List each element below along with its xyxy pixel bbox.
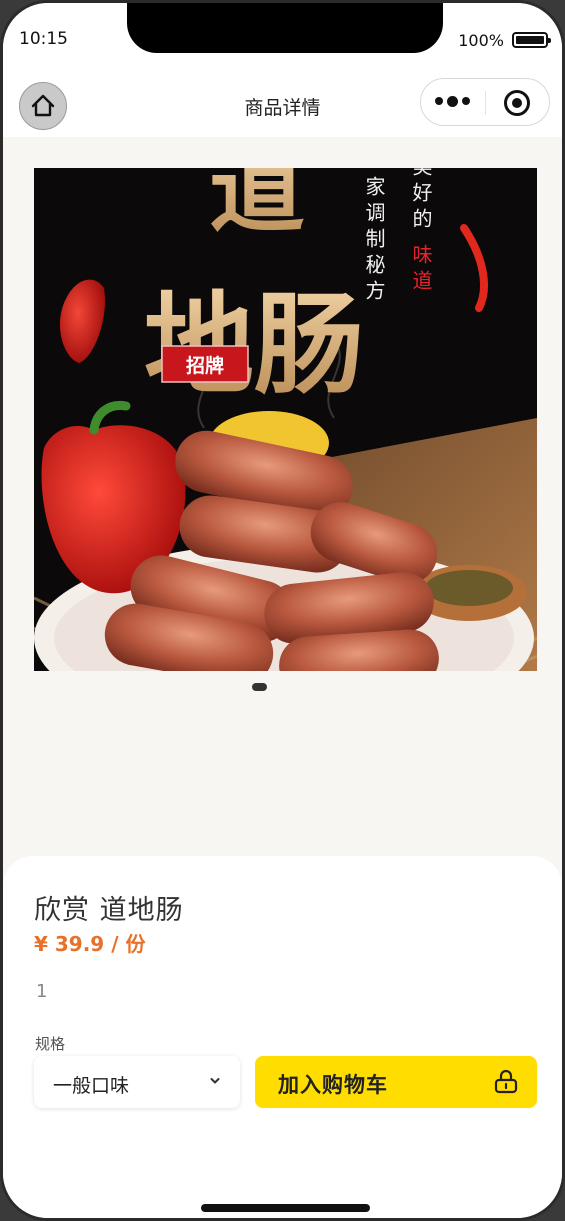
- product-name: 欣赏 道地肠: [34, 895, 184, 926]
- image-column-text-1: 家调制秘方: [362, 176, 386, 306]
- chevron-down-icon: [210, 1078, 220, 1084]
- image-column-text-2b: 味道: [409, 244, 433, 296]
- image-column-text-2a: 美好的: [409, 168, 433, 234]
- battery-icon: [512, 32, 551, 48]
- notch: [127, 3, 443, 53]
- home-indicator[interactable]: [201, 1204, 370, 1212]
- spec-select[interactable]: 一般口味: [34, 1056, 240, 1108]
- sausage-photo: 道 地肠 招牌 家调制秘方 美好的 味道: [34, 168, 537, 671]
- spec-selected-value: 一般口味: [53, 1075, 130, 1097]
- product-price: ¥ 39.9 / 份: [34, 932, 146, 956]
- phone-screen: 10:15 100% 商品详情 道 地肠 招牌 家调制秘方 美好的 味道 欣赏 …: [0, 0, 565, 1221]
- image-big-top-text: 道: [209, 168, 305, 246]
- add-to-cart-label: 加入购物车: [278, 1073, 388, 1097]
- close-target-icon[interactable]: [504, 90, 530, 116]
- status-time: 10:15: [19, 29, 68, 49]
- basket-icon: [494, 1069, 518, 1094]
- image-stamp-text: 招牌: [186, 354, 224, 377]
- image-big-main-text: 地肠: [144, 280, 364, 409]
- product-detail-card: 欣赏 道地肠 ¥ 39.9 / 份 1 规格 一般口味 加入购物车: [3, 856, 562, 1218]
- more-dots-icon[interactable]: [435, 91, 471, 111]
- mini-program-capsule: [420, 78, 550, 126]
- battery-percentage: 100%: [458, 31, 504, 50]
- spec-label: 规格: [35, 1035, 66, 1053]
- capsule-divider: [485, 91, 486, 115]
- product-image[interactable]: 道 地肠 招牌 家调制秘方 美好的 味道: [34, 168, 537, 671]
- status-bar: 10:15 100%: [3, 3, 562, 73]
- nav-bar: 商品详情: [3, 73, 562, 137]
- carousel-indicator[interactable]: [252, 683, 267, 691]
- quantity-value[interactable]: 1: [36, 981, 47, 1002]
- add-to-cart-button[interactable]: 加入购物车: [255, 1056, 537, 1108]
